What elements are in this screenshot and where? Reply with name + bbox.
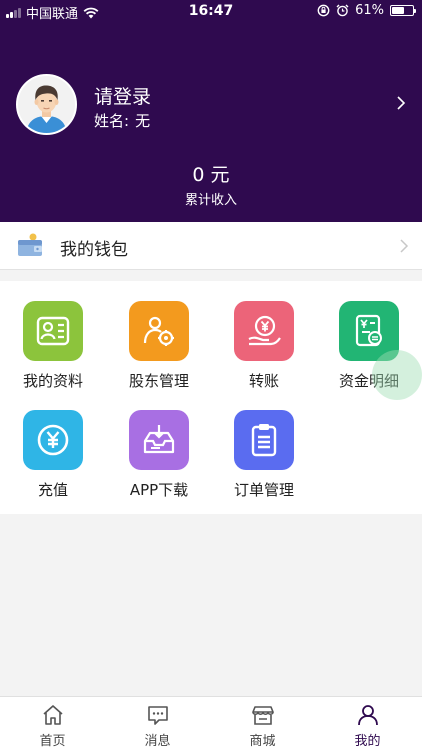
tile-app-download[interactable]: APP下载: [106, 390, 212, 499]
user-settings-icon: [129, 301, 189, 361]
tile-shareholder-management[interactable]: 股东管理: [106, 281, 212, 390]
tab-home[interactable]: 首页: [0, 697, 105, 750]
tab-label: 首页: [39, 734, 66, 749]
chevron-right-icon[interactable]: [394, 96, 408, 110]
tab-store[interactable]: 商城: [210, 697, 315, 750]
yuan-coin-icon: [23, 410, 83, 470]
tab-label: 消息: [144, 734, 171, 749]
battery-percent: 61%: [355, 3, 384, 18]
tile-label: 充值: [37, 481, 68, 499]
name-label: 姓名:: [94, 112, 130, 130]
rotation-lock-icon: [317, 4, 330, 17]
tile-order-management[interactable]: 订单管理: [211, 390, 317, 499]
function-grid: 我的资料 股东管理 转账 资金明细 充值 APP下载 订单管理: [0, 281, 422, 514]
home-icon: [43, 705, 63, 725]
user-icon: [358, 705, 378, 726]
profile-header: 中国联通 16:47 61% 请登录 姓名: 无 0 元 累计收入: [0, 0, 422, 222]
name-value: 无: [135, 112, 151, 130]
tile-recharge[interactable]: 充值: [0, 390, 106, 499]
tile-label: 转账: [248, 372, 279, 390]
tab-label: 我的: [354, 734, 381, 749]
status-bar: 中国联通 16:47 61%: [0, 0, 422, 22]
tab-label: 商城: [249, 734, 276, 749]
profile-card-icon: [23, 301, 83, 361]
store-icon: [252, 706, 274, 725]
download-box-icon: [129, 410, 189, 470]
clipboard-icon: [234, 410, 294, 470]
tile-my-profile[interactable]: 我的资料: [0, 281, 106, 390]
income-label: 累计收入: [184, 193, 237, 208]
wallet-row[interactable]: 我的钱包: [0, 222, 422, 270]
tile-label: APP下载: [129, 481, 189, 499]
income-amount: 0 元: [192, 164, 230, 186]
chevron-right-icon: [400, 239, 409, 253]
tile-label: 订单管理: [233, 481, 294, 499]
tile-label: 股东管理: [128, 372, 189, 390]
bottom-tab-bar: 首页 消息 商城 我的: [0, 696, 422, 750]
floating-touch-button[interactable]: [372, 350, 422, 400]
tab-messages[interactable]: 消息: [105, 697, 210, 750]
login-prompt[interactable]: 请登录: [94, 82, 151, 109]
avatar[interactable]: [16, 74, 77, 135]
wallet-label: 我的钱包: [60, 240, 128, 260]
tile-transfer[interactable]: 转账: [211, 281, 317, 390]
tile-label: 我的资料: [22, 372, 83, 390]
tab-mine[interactable]: 我的: [315, 697, 420, 750]
user-name-row: 姓名: 无: [94, 110, 150, 131]
battery-icon: [390, 5, 416, 16]
message-icon: [148, 706, 168, 725]
login-row[interactable]: 请登录 姓名: 无: [16, 74, 414, 136]
wallet-icon: [18, 233, 42, 256]
alarm-icon: [336, 4, 349, 17]
yuan-hand-icon: [234, 301, 294, 361]
